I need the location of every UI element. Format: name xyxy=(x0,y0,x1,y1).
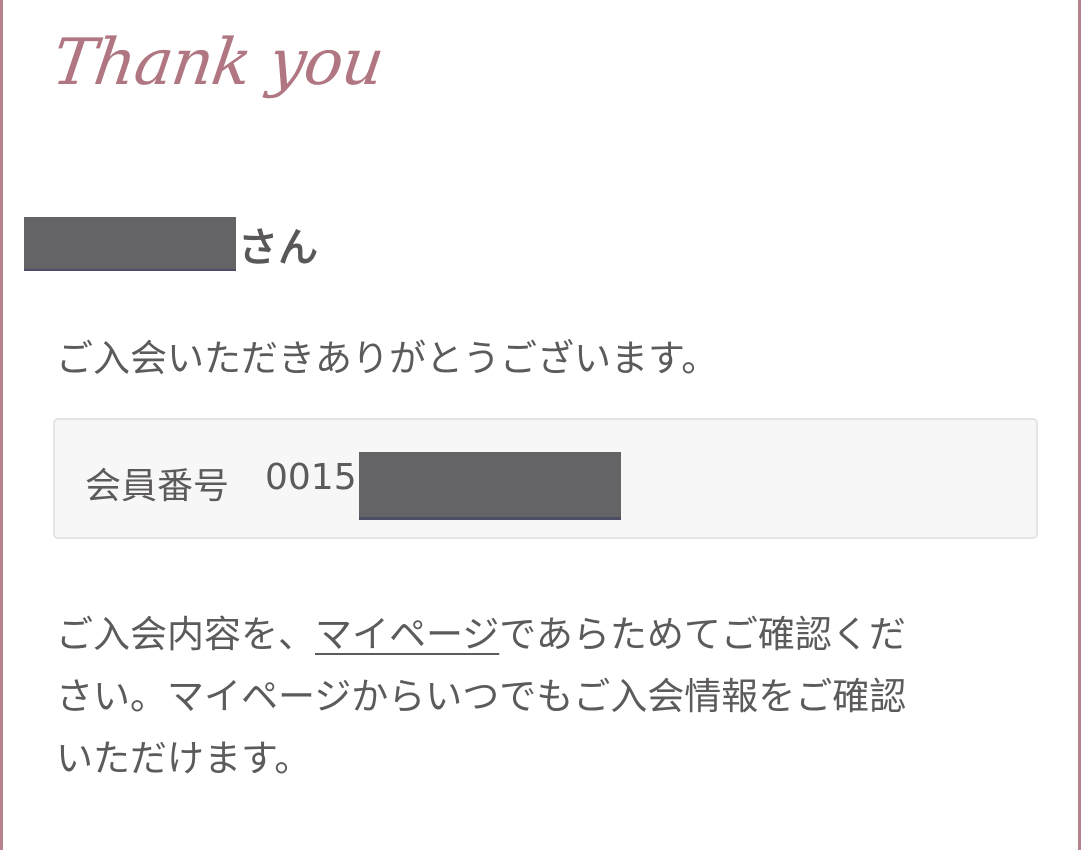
info-paragraph: ご入会内容を、マイページであらためてご確認くだ さい。マイページからいつでもご入… xyxy=(56,604,1036,790)
member-number-label: 会員番号 xyxy=(85,466,230,507)
info-line-1-after: であらためてご確認くだ xyxy=(499,613,906,656)
member-number-prefix: 0015 xyxy=(265,457,357,498)
mypage-link[interactable]: マイページ xyxy=(315,613,499,656)
member-number-box: 会員番号 0015 xyxy=(53,418,1038,539)
redacted-member-number xyxy=(359,452,621,520)
greeting: さん xyxy=(24,216,318,272)
honorific-suffix: さん xyxy=(238,225,318,271)
info-line-1-before: ご入会内容を、 xyxy=(56,613,315,656)
info-line-3: いただけます。 xyxy=(56,737,312,780)
info-line-1: ご入会内容を、マイページであらためてご確認くだ xyxy=(56,604,1036,666)
welcome-message: ご入会いただきありがとうございます。 xyxy=(56,337,719,380)
redacted-user-name xyxy=(24,217,236,271)
info-line-2: さい。マイページからいつでもご入会情報をご確認 xyxy=(56,675,907,718)
thank-you-heading: Thank you xyxy=(48,26,388,100)
